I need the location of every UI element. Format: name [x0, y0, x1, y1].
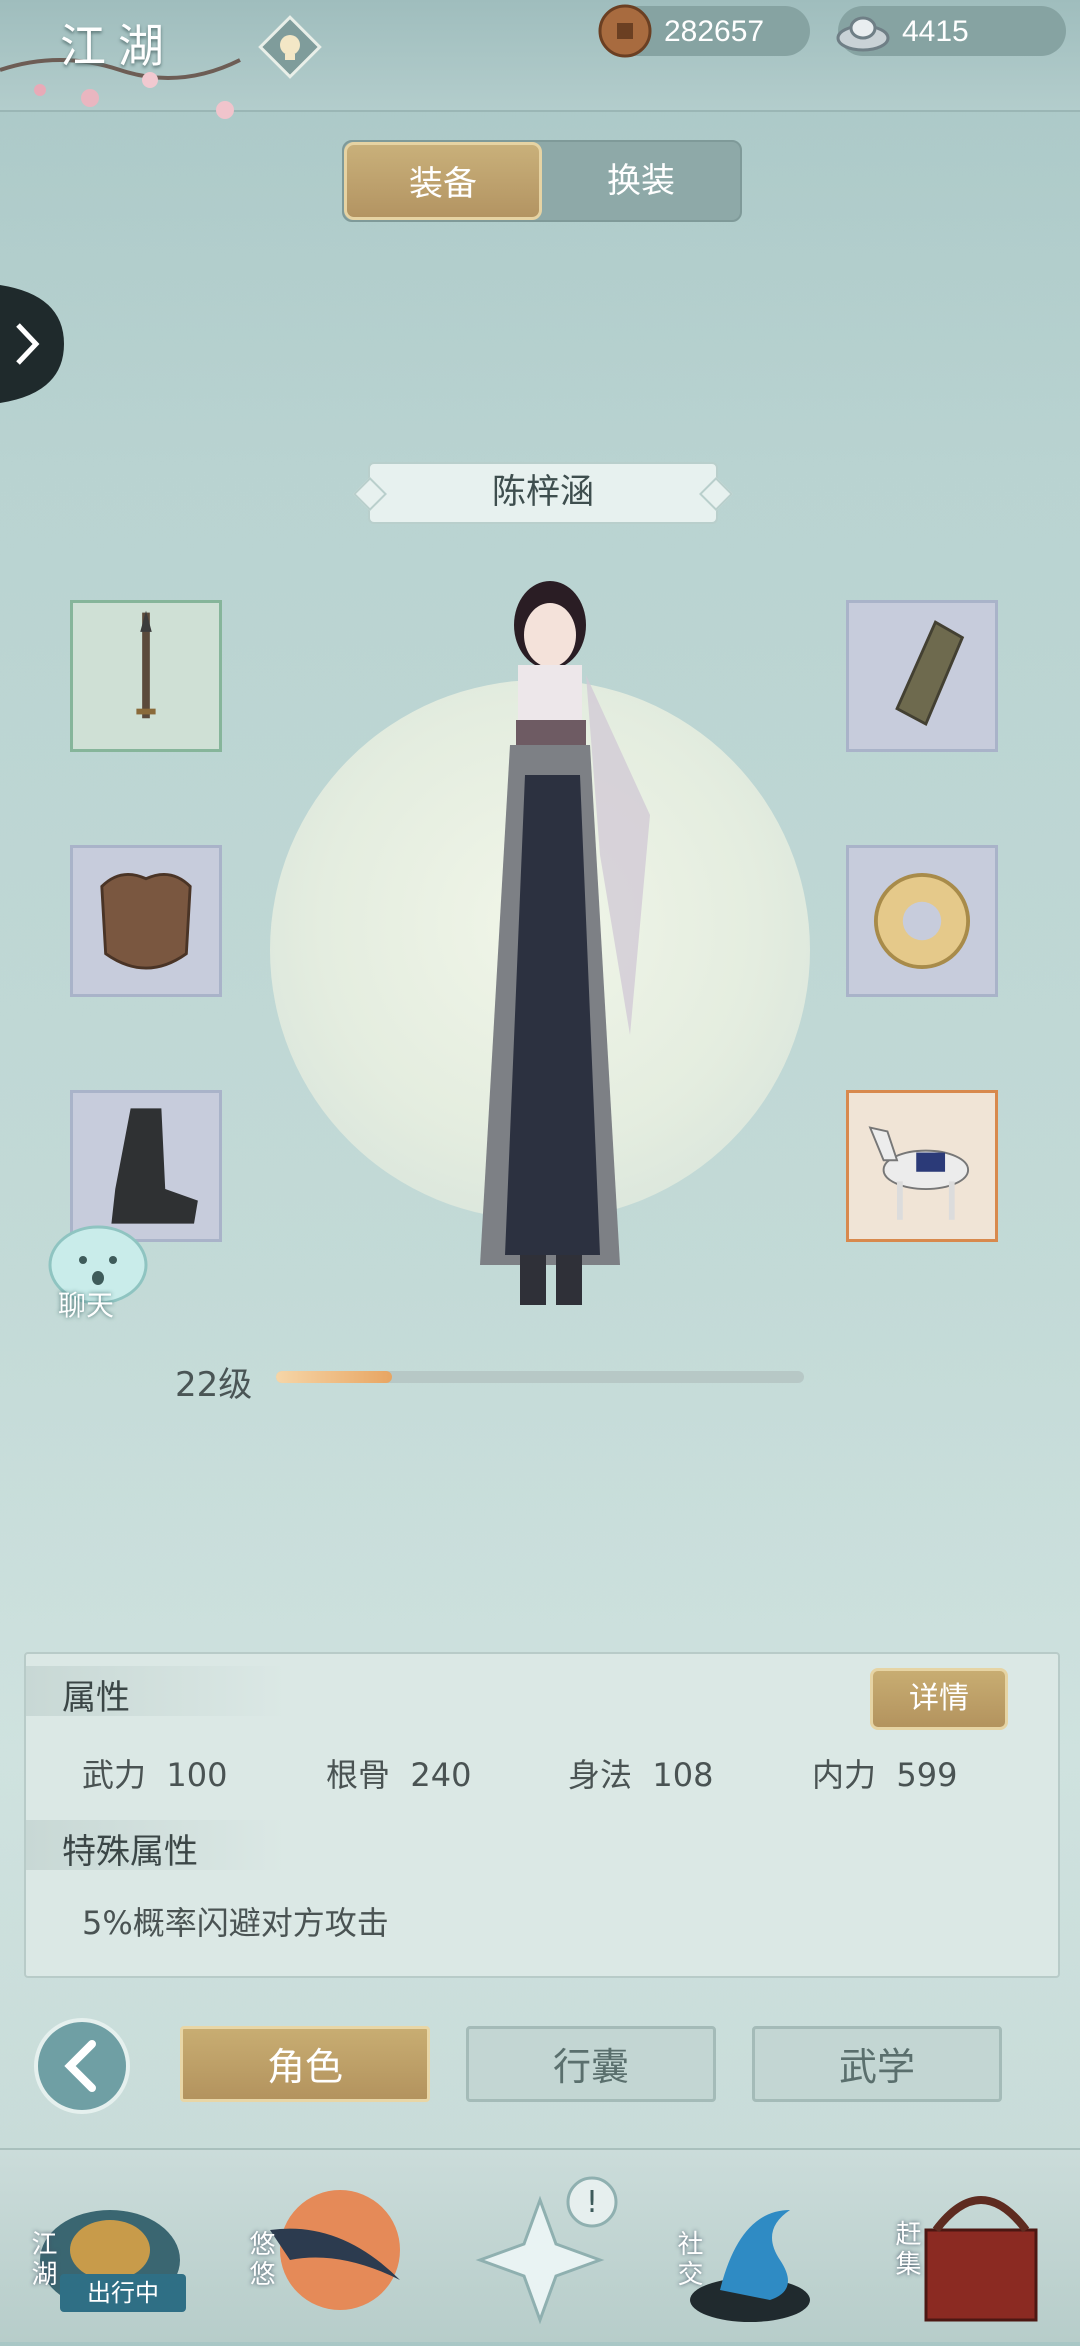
character-name: 陈梓涵 [368, 462, 718, 524]
chat-label[interactable]: 聊天 [58, 1284, 114, 1324]
nav-jianghu[interactable]: 江湖 出行中 [10, 2150, 210, 2342]
stat-value: 599 [896, 1756, 958, 1794]
top-bar: 江湖 282657 4415 [0, 0, 1080, 119]
view-tabs: 装备 换装 [342, 140, 742, 222]
nav-social[interactable]: 社交 [660, 2150, 860, 2342]
level-progress-fill [276, 1371, 393, 1383]
details-button[interactable]: 详情 [870, 1668, 1008, 1730]
nav-jianghu-label: 江湖 [27, 2230, 57, 2290]
stat-label: 内力 [812, 1756, 877, 1794]
back-icon[interactable] [32, 2016, 132, 2116]
boots-icon [111, 1108, 198, 1224]
stat-label: 根骨 [326, 1756, 391, 1794]
nav-market-label: 赶集 [891, 2220, 921, 2280]
coin-counter: 282657 [598, 4, 810, 58]
silver-ingot-icon [836, 16, 890, 52]
slot-bracer[interactable] [846, 600, 998, 752]
copper-coin-icon [598, 4, 652, 58]
stat-inner-power: 内力 599 [812, 1750, 957, 1796]
special-attribute-text: 5%概率闪避对方攻击 [82, 1904, 389, 1942]
weapon-icon [136, 610, 156, 719]
slot-mount[interactable] [846, 1090, 998, 1242]
armor-icon [100, 872, 192, 970]
character-model [480, 581, 650, 1305]
stat-value: 108 [652, 1756, 714, 1794]
notice-icon[interactable] [255, 12, 325, 82]
slot-armor[interactable] [70, 845, 222, 997]
page-title: 江湖 [60, 19, 176, 73]
silver-counter: 4415 [836, 6, 1066, 56]
stat-agility: 身法 108 [568, 1750, 713, 1796]
nav-youyou-label: 悠悠 [245, 2230, 275, 2290]
stat-label: 武力 [82, 1756, 147, 1794]
bottom-nav: 江湖 出行中 悠悠 ! 社交 赶集 [0, 2148, 1080, 2342]
stat-value: 240 [410, 1756, 472, 1794]
stat-constitution: 根骨 240 [326, 1750, 471, 1796]
stat-strength: 武力 100 [82, 1750, 227, 1796]
tab-character[interactable]: 角色 [180, 2026, 430, 2102]
nav-social-label: 社交 [673, 2230, 703, 2290]
level-label: 22级 [175, 1365, 253, 1405]
tab-equipment[interactable]: 装备 [344, 142, 542, 220]
attributes-title: 属性 [62, 1678, 130, 1718]
silver-value: 4415 [902, 15, 969, 48]
slot-weapon[interactable] [70, 600, 222, 752]
stat-value: 100 [166, 1756, 228, 1794]
svg-text:!: ! [586, 2185, 598, 2220]
horse-icon [868, 1126, 970, 1220]
jade-pendant-icon [873, 872, 971, 970]
stat-label: 身法 [568, 1756, 633, 1794]
level-progress-bar [276, 1371, 804, 1383]
status-badge: 出行中 [60, 2274, 186, 2312]
compass-star-icon: ! [475, 2176, 618, 2325]
nav-youyou[interactable]: 悠悠 [230, 2150, 430, 2342]
tab-bag[interactable]: 行囊 [466, 2026, 716, 2102]
nav-market[interactable]: 赶集 [876, 2150, 1076, 2342]
tab-outfit[interactable]: 换装 [542, 142, 740, 220]
special-attributes-title: 特殊属性 [62, 1832, 198, 1872]
nav-center[interactable]: ! [440, 2150, 640, 2342]
attributes-panel: 属性 详情 武力 100 根骨 240 身法 108 内力 599 特殊属性 5… [24, 1652, 1060, 1978]
expand-arrow-icon[interactable] [0, 285, 64, 403]
coin-value: 282657 [664, 15, 765, 48]
slot-accessory[interactable] [846, 845, 998, 997]
bracer-icon [895, 620, 965, 727]
tab-martial-arts[interactable]: 武学 [752, 2026, 1002, 2102]
